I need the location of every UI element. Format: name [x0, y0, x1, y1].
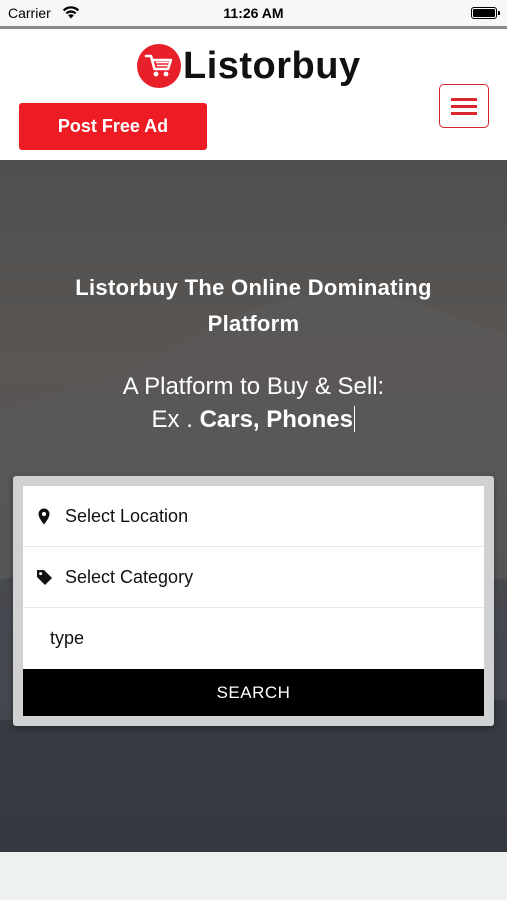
menu-bar: [451, 111, 477, 115]
battery-icon: [471, 7, 500, 19]
type-input[interactable]: type: [23, 608, 484, 669]
shopping-cart-icon: [137, 44, 181, 88]
logo-text: Listorbuy: [183, 44, 361, 87]
page-footer-strip: [0, 852, 507, 900]
hero-typed-line: Ex . Cars, Phones: [0, 406, 507, 434]
tag-icon: [35, 568, 53, 586]
clock-time: 11:26 AM: [223, 5, 284, 21]
typing-cursor: [353, 406, 356, 432]
typed-prefix: Ex .: [151, 406, 200, 433]
type-placeholder: type: [50, 628, 85, 648]
search-card: Select Location Select Category type SEA…: [13, 476, 494, 726]
location-select[interactable]: Select Location: [23, 486, 484, 547]
search-form: Select Location Select Category type SEA…: [23, 486, 484, 716]
location-placeholder: Select Location: [65, 505, 189, 526]
hero-subtitle: A Platform to Buy & Sell:: [122, 373, 385, 400]
typed-text: Cars, Phones: [199, 406, 353, 433]
menu-bar: [451, 97, 477, 101]
map-marker-icon: [35, 507, 53, 525]
post-free-ad-button[interactable]: Post Free Ad: [19, 103, 207, 150]
category-select[interactable]: Select Category: [23, 547, 484, 608]
status-bar: Carrier 11:26 AM: [0, 0, 507, 26]
site-header: Listorbuy Post Free Ad: [0, 29, 507, 160]
hero-title: Listorbuy The Online Dominating Platform: [75, 275, 432, 336]
hamburger-menu-icon[interactable]: [439, 84, 489, 128]
hero-banner: Listorbuy The Online Dominating Platform…: [0, 160, 507, 852]
category-placeholder: Select Category: [65, 566, 194, 587]
site-logo[interactable]: Listorbuy: [137, 43, 361, 89]
menu-bar: [451, 104, 477, 108]
search-button[interactable]: SEARCH: [23, 669, 484, 716]
